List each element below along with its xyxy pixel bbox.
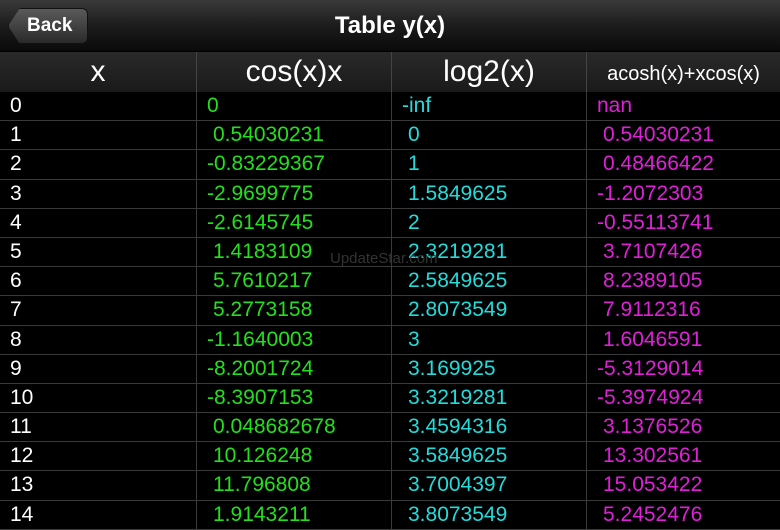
table-cell: 14 bbox=[0, 500, 197, 529]
table-cell: 5.2773158 bbox=[197, 296, 392, 325]
table-cell: 0.48466422 bbox=[603, 152, 714, 176]
table-row[interactable]: 11 0.048682678 3.4594316 3.1376526 bbox=[0, 413, 780, 443]
table-cell: -0.55113741 bbox=[597, 210, 714, 234]
table-cell: -1.2072303 bbox=[597, 181, 704, 205]
table-cell: 9 bbox=[0, 354, 197, 383]
table-cell: 3.4594316 bbox=[392, 413, 587, 442]
table-cell: 3.169925 bbox=[392, 354, 587, 383]
table-cell: 0.048682678 bbox=[197, 413, 392, 442]
table-cell: -5.3129014 bbox=[597, 356, 704, 380]
table-cell: 2.5849625 bbox=[392, 267, 587, 296]
table-cell: -2.6145745 bbox=[197, 208, 392, 237]
table-row[interactable]: 1 0.54030231 0 0.54030231 bbox=[0, 121, 780, 151]
table-cell: 5.2452476 bbox=[603, 502, 703, 526]
table-cell: 7.9112316 bbox=[603, 298, 701, 322]
table-row[interactable]: 9 -8.2001724 3.169925 -5.3129014 bbox=[0, 354, 780, 384]
table-cell: 11 bbox=[0, 413, 197, 442]
table-cell: 1.6046591 bbox=[603, 327, 703, 351]
table-cell: 2 bbox=[0, 150, 197, 179]
page-title: Table y(x) bbox=[334, 12, 446, 39]
table-cell: 1.5849625 bbox=[392, 179, 587, 208]
table-cell: 0.54030231 bbox=[603, 123, 714, 147]
table-cell: 0 bbox=[0, 92, 197, 121]
table-cell: 13 bbox=[0, 471, 197, 500]
table-cell: 1 bbox=[0, 121, 197, 150]
table-cell: -2.9699775 bbox=[197, 179, 392, 208]
table-cell: 5.7610217 bbox=[197, 267, 392, 296]
column-header-log2: log2(x) bbox=[392, 52, 587, 92]
table-row[interactable]: 12 10.126248 3.5849625 13.302561 bbox=[0, 442, 780, 472]
table-cell: 2.8073549 bbox=[392, 296, 587, 325]
table-cell: 8.2389105 bbox=[603, 269, 703, 293]
column-header-acosh: acosh(x)+xcos(x) bbox=[607, 63, 760, 85]
table-cell: 8 bbox=[0, 325, 197, 354]
table-cell: 13.302561 bbox=[603, 444, 703, 468]
table-cell: -8.3907153 bbox=[197, 383, 392, 413]
table-body[interactable]: 0 0 -inf nan 1 0.54030231 0 0.54030231 2 -0.83229… bbox=[0, 92, 780, 530]
table-header: x cos(x)x log2(x) acosh(x)+xcos(x) bbox=[0, 52, 780, 92]
table-row[interactable]: 3 -2.9699775 1.5849625 -1.2072303 bbox=[0, 179, 780, 209]
navigation-bar: Back Table y(x) bbox=[0, 0, 780, 52]
table-cell: 1.9143211 bbox=[197, 500, 392, 529]
table-cell: -8.2001724 bbox=[197, 354, 392, 383]
column-header-x: x bbox=[0, 52, 197, 92]
table-row[interactable]: 10 -8.3907153 3.3219281 -5.3974924 bbox=[0, 383, 780, 414]
table-cell: 10 bbox=[0, 383, 197, 413]
table-cell: 11.796808 bbox=[197, 471, 392, 500]
table-cell: 1 bbox=[392, 150, 587, 179]
table-cell: 7 bbox=[0, 296, 197, 325]
table-cell: -inf bbox=[392, 92, 587, 121]
table-cell: 5 bbox=[0, 237, 197, 267]
table-cell: 6 bbox=[0, 267, 197, 296]
table-cell: 0.54030231 bbox=[197, 121, 392, 150]
column-header-cos: cos(x)x bbox=[197, 52, 392, 92]
table-row[interactable]: 8 -1.1640003 3 1.6046591 bbox=[0, 325, 780, 355]
table-cell: 3.3219281 bbox=[392, 383, 587, 413]
table-cell: 3.8073549 bbox=[392, 500, 587, 529]
table-row[interactable]: 7 5.2773158 2.8073549 7.9112316 bbox=[0, 296, 780, 326]
table-cell: 3.1376526 bbox=[603, 415, 703, 439]
table-cell: 12 bbox=[0, 442, 197, 471]
table-row[interactable]: 0 0 -inf nan bbox=[0, 92, 780, 122]
table-row[interactable]: 2 -0.83229367 1 0.48466422 bbox=[0, 150, 780, 180]
table-cell: -1.1640003 bbox=[197, 325, 392, 354]
table-cell: 3.7004397 bbox=[392, 471, 587, 500]
table-cell: 3 bbox=[0, 179, 197, 208]
table-cell: -5.3974924 bbox=[597, 385, 704, 409]
table-row[interactable]: 13 11.796808 3.7004397 15.053422 bbox=[0, 471, 780, 501]
table-cell: 4 bbox=[0, 208, 197, 237]
table-row[interactable]: 6 5.7610217 2.5849625 8.2389105 bbox=[0, 267, 780, 297]
table-cell: 3.7107426 bbox=[603, 239, 703, 263]
table-cell: 3.5849625 bbox=[392, 442, 587, 471]
table-cell: 15.053422 bbox=[603, 473, 703, 497]
table-cell: 10.126248 bbox=[197, 442, 392, 471]
table-cell: nan bbox=[597, 94, 633, 117]
table-cell: 3 bbox=[392, 325, 587, 354]
watermark: UpdateStar.com bbox=[330, 250, 438, 267]
table-cell: -0.83229367 bbox=[197, 150, 392, 179]
table-row[interactable]: 14 1.9143211 3.8073549 5.2452476 bbox=[0, 500, 780, 530]
table-cell: 2 bbox=[392, 208, 587, 237]
table-cell: 0 bbox=[392, 121, 587, 150]
table-cell: 0 bbox=[197, 92, 392, 121]
table-row[interactable]: 4 -2.6145745 2 -0.55113741 bbox=[0, 208, 780, 238]
